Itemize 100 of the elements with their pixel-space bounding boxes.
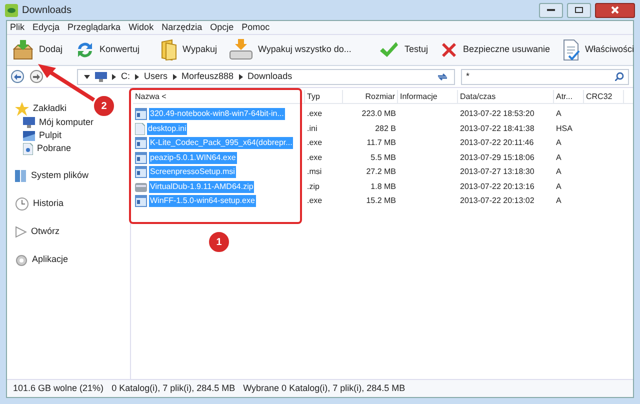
status-text: 101.6 GB wolne (21%): [13, 382, 104, 395]
chevron-icon: [238, 74, 243, 80]
table-cell-text: .exe: [306, 152, 324, 164]
program-icon: [135, 152, 147, 164]
columns-icon: [15, 169, 27, 183]
breadcrumb-item[interactable]: Morfeusz888: [182, 70, 234, 84]
sidebar-item[interactable]: Aplikacje: [15, 253, 68, 267]
table-cell-text: .exe: [306, 137, 324, 150]
table-cell-text: .ini: [306, 122, 318, 135]
sidebar-item[interactable]: Zakładki: [15, 102, 67, 116]
folder-icon: [160, 39, 178, 61]
menu-item[interactable]: Plik: [10, 20, 25, 34]
toolbar-button[interactable]: Wypakuj: [158, 37, 219, 63]
sidebar-item[interactable]: Otwórz: [15, 225, 60, 239]
table-cell-text: 2013-07-22 18:53:20: [459, 108, 536, 120]
table-cell-text: .zip: [306, 180, 320, 193]
table-cell-text: A: [555, 180, 562, 193]
toolbar-button[interactable]: Dodaj: [10, 37, 65, 63]
chevron-icon: [112, 74, 116, 80]
status-text: 0 Katalog(i), 7 plik(i), 284.5 MB: [112, 382, 236, 395]
forward-button[interactable]: [30, 70, 43, 83]
program-icon: [135, 166, 147, 178]
menu-item[interactable]: Przeglądarka: [68, 20, 121, 34]
table-cell-text: A: [555, 152, 562, 164]
table-cell-text: 11.7 MB: [366, 137, 397, 150]
archive-icon: [135, 180, 147, 193]
column-header[interactable]: CRC32: [584, 90, 624, 103]
close-button[interactable]: [595, 2, 635, 18]
table-cell-text: A: [555, 137, 562, 150]
toolbar-button[interactable]: Konwertuj: [72, 37, 142, 63]
toolbar-button[interactable]: Testuj: [377, 37, 430, 63]
table-cell-text: 2013-07-22 20:13:02: [459, 195, 536, 208]
column-header[interactable]: Nazwa <: [133, 90, 305, 103]
chevron-icon: [172, 74, 177, 80]
table-cell-text: .exe: [306, 108, 324, 120]
column-header[interactable]: Data/czas: [458, 90, 554, 103]
table-cell-text: .exe: [306, 195, 324, 208]
menu-item[interactable]: Widok: [128, 20, 154, 34]
document-icon: [562, 39, 580, 61]
minimize-button[interactable]: [539, 2, 563, 18]
status-text: Wybrane 0 Katalog(i), 7 plik(i), 284.5 MB: [243, 382, 406, 395]
file-icon: [135, 122, 145, 135]
table-cell-text: 2013-07-22 20:13:16: [459, 180, 536, 193]
address-bar[interactable]: C: Users Morfeusz888 Downloads: [77, 68, 455, 84]
play-icon: [15, 226, 27, 238]
table-cell-text: 5.5 MB: [370, 152, 397, 164]
sidebar-item[interactable]: System plików: [15, 169, 89, 183]
table-cell-text: .msi: [306, 166, 323, 178]
dropdown-arrow-icon: [84, 74, 90, 78]
menu-item[interactable]: Pomoc: [242, 20, 270, 34]
breadcrumb-item[interactable]: Users: [144, 70, 168, 84]
monitor-icon: [95, 72, 107, 82]
table-cell-text: 1.8 MB: [370, 180, 397, 193]
table-cell-text: 2013-07-29 15:18:06: [459, 152, 536, 164]
maximize-button[interactable]: [567, 2, 591, 18]
program-icon: [135, 108, 147, 120]
back-button[interactable]: [11, 70, 24, 83]
sidebar-item[interactable]: Mój komputer: [15, 116, 94, 129]
menu-item[interactable]: Edycja: [32, 20, 60, 34]
program-icon: [135, 195, 147, 208]
column-header[interactable]: Typ: [305, 90, 343, 103]
table-cell-text: A: [555, 108, 562, 120]
menu-item[interactable]: Opcje: [210, 20, 234, 34]
sidebar-item[interactable]: Historia: [15, 197, 64, 211]
column-header[interactable]: Informacje: [398, 90, 458, 103]
column-header[interactable]: Rozmiar: [343, 90, 398, 103]
table-cell-text: 223.0 MB: [360, 108, 397, 120]
drive-icon: [228, 39, 253, 61]
sidebar-item[interactable]: Pobrane: [15, 142, 72, 155]
toolbar-button[interactable]: Wypakuj wszystko do...: [226, 37, 354, 63]
table-cell-text: 2013-07-27 13:18:30: [459, 166, 536, 178]
window-title: Downloads: [22, 4, 72, 18]
search-icon: [615, 72, 624, 81]
menu-item[interactable]: Narzędzia: [162, 20, 202, 34]
toolbar-button[interactable]: Bezpieczne usuwanie: [438, 37, 552, 63]
table-cell-text: 2013-07-22 20:11:46: [459, 137, 535, 150]
close-icon: [611, 6, 619, 14]
breadcrumb-item[interactable]: Downloads: [248, 70, 292, 84]
sidebar-item[interactable]: Pulpit: [15, 129, 62, 142]
box-icon: [12, 40, 34, 60]
cross-icon: [440, 41, 458, 59]
column-header[interactable]: Atr...: [554, 90, 584, 103]
toolbar-button[interactable]: Właściwości: [560, 37, 636, 63]
monitor-icon: [23, 117, 35, 128]
arrow-right-icon: [33, 74, 40, 80]
filter-field[interactable]: *: [461, 68, 629, 84]
table-cell-text: 27.2 MB: [365, 166, 397, 178]
table-cell-text: 282 B: [374, 122, 397, 135]
desktop-icon: [23, 130, 35, 140]
table-cell-text: HSA: [555, 122, 574, 135]
breadcrumb-item[interactable]: C:: [121, 70, 130, 84]
file-icon: [23, 142, 33, 154]
table-cell-text: 15.2 MB: [365, 195, 397, 208]
gear-icon: [15, 254, 28, 266]
table-cell-text: A: [555, 166, 562, 178]
table-cell-text: 2013-07-22 18:41:38: [459, 122, 536, 135]
app-logo-icon: [5, 4, 18, 16]
table-cell-text: A: [555, 195, 562, 208]
check-icon: [379, 41, 400, 59]
refresh-icon[interactable]: [437, 72, 448, 82]
